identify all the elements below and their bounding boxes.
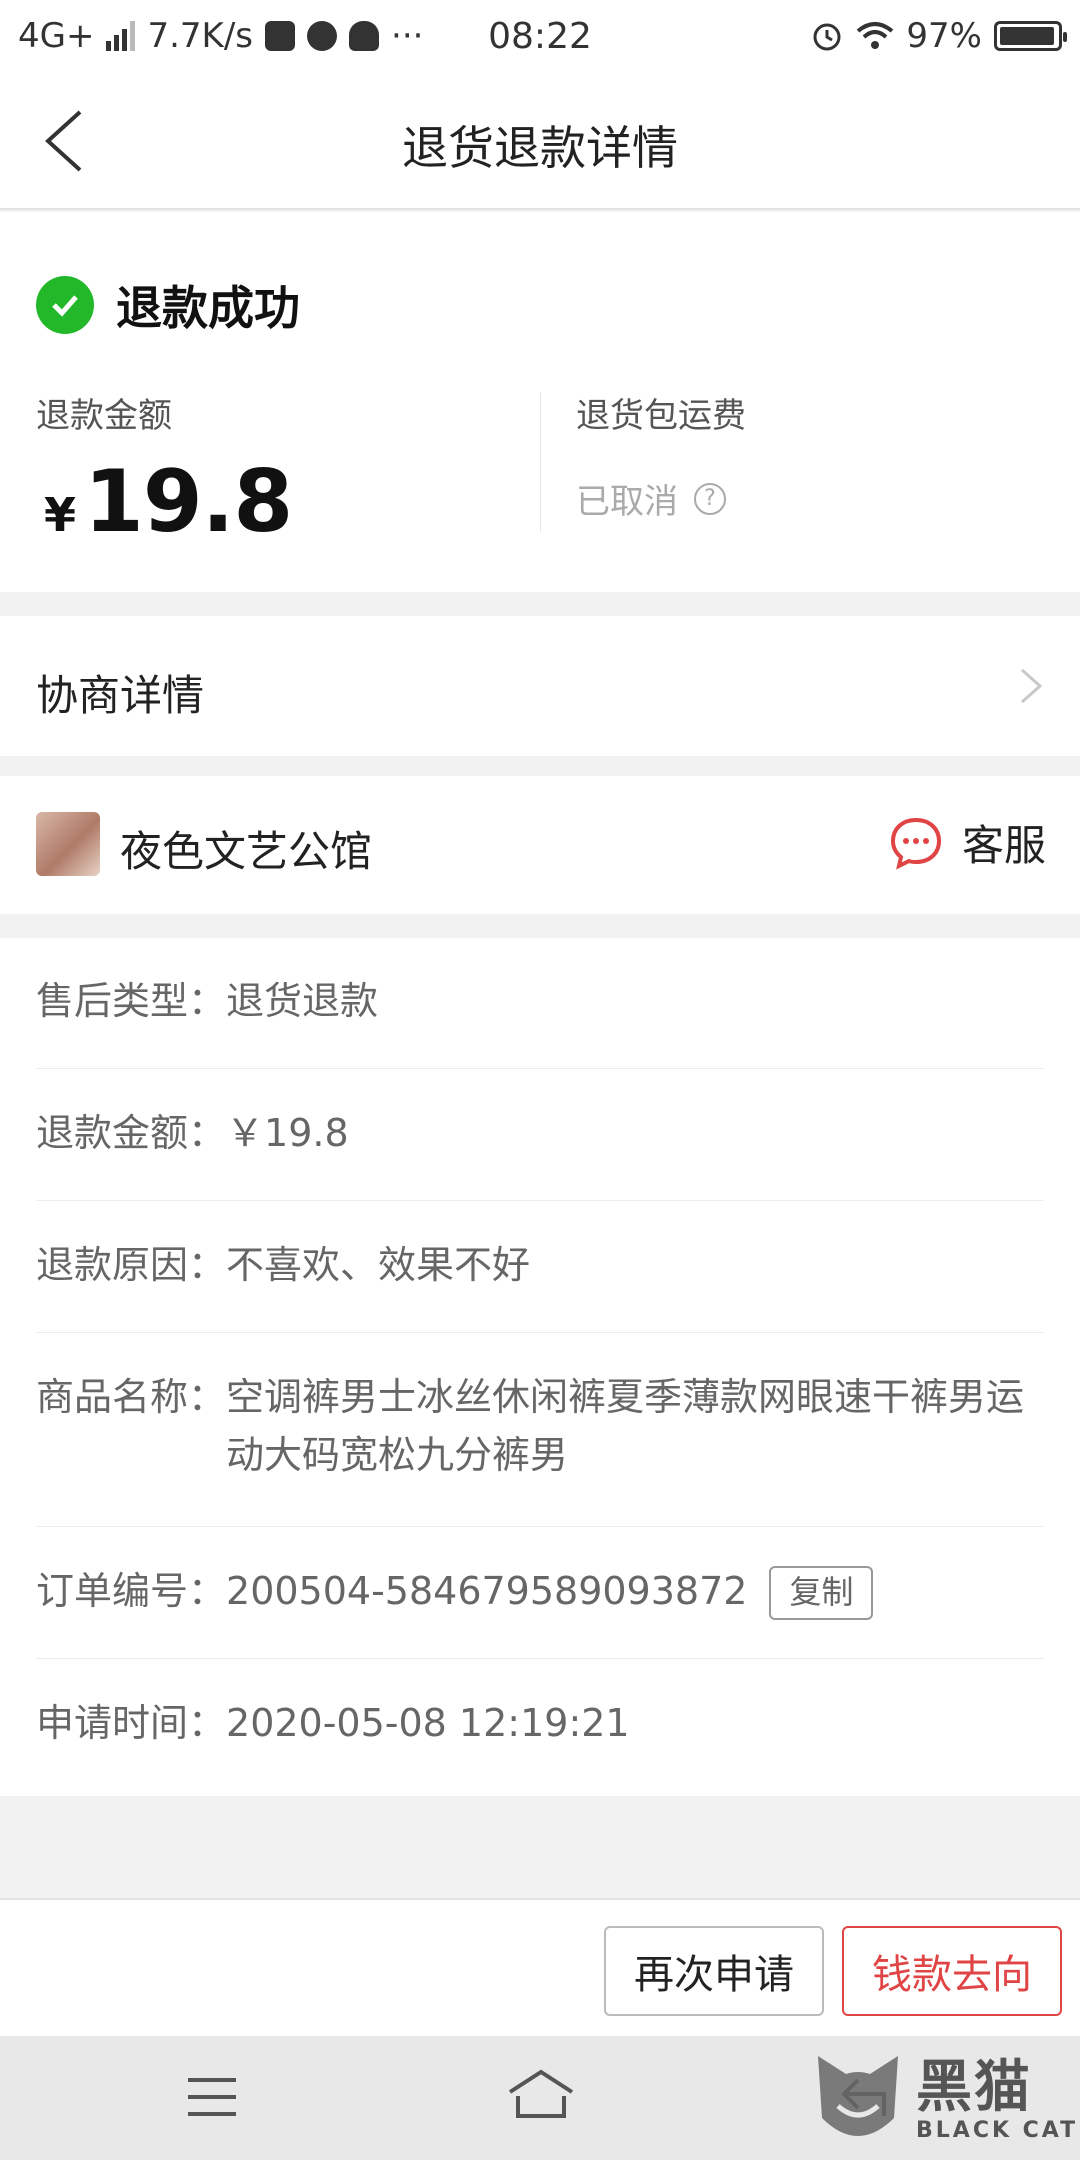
shop-avatar[interactable]	[36, 812, 100, 876]
info-row-reason: 退款原因： 不喜欢、效果不好	[36, 1236, 1080, 1294]
refund-status-text: 退款成功	[116, 281, 300, 335]
row-divider	[36, 1526, 1044, 1527]
vertical-divider	[540, 392, 541, 532]
refund-amount: ¥ 19.8	[44, 452, 293, 552]
menu-icon[interactable]	[186, 2074, 238, 2120]
refund-info-list: 售后类型： 退货退款 退款金额： ￥19.8 退款原因： 不喜欢、效果不好 商品…	[0, 938, 1080, 1796]
nav-bar: 退货退款详情	[0, 72, 1080, 210]
info-key: 订单编号：	[36, 1569, 227, 1613]
negotiation-details-row[interactable]: 协商详情	[0, 616, 1080, 756]
currency-symbol: ¥	[44, 488, 77, 542]
shop-name[interactable]: 夜色文艺公馆	[120, 818, 372, 879]
return-shipping-status: 已取消 ?	[576, 474, 726, 523]
info-row-apply-time: 申请时间： 2020-05-08 12:19:21	[36, 1694, 1080, 1752]
watermark-cn: 黑猫	[916, 2054, 1032, 2120]
row-divider	[36, 1332, 1044, 1333]
order-number: 200504-584679589093872	[226, 1569, 748, 1613]
money-flow-button[interactable]: 钱款去向	[842, 1926, 1062, 2016]
info-row-type: 售后类型： 退货退款	[36, 972, 1080, 1030]
customer-service-label: 客服	[961, 821, 1046, 870]
negotiation-details-label: 协商详情	[36, 671, 205, 720]
help-icon[interactable]: ?	[694, 482, 726, 515]
info-row-order-number: 订单编号： 200504-584679589093872 复制	[36, 1562, 1080, 1620]
info-value: 空调裤男士冰丝休闲裤夏季薄款网眼速干裤男运动大码宽松九分裤男	[226, 1375, 1025, 1477]
page-title: 退货退款详情	[402, 121, 678, 175]
info-key: 申请时间：	[36, 1701, 227, 1745]
bottom-action-bar: 再次申请 钱款去向	[0, 1898, 1080, 2036]
battery-icon	[994, 21, 1067, 51]
wifi-icon	[857, 22, 894, 49]
watermark-en: BLACK CAT	[916, 2117, 1079, 2143]
info-value: 不喜欢、效果不好	[226, 1243, 531, 1287]
info-value: 退货退款	[226, 979, 379, 1023]
copy-button[interactable]: 复制	[769, 1566, 874, 1620]
info-key: 售后类型：	[36, 979, 227, 1023]
chat-bubble-icon	[890, 817, 941, 870]
chevron-right-icon	[1021, 668, 1043, 704]
customer-service-button[interactable]: 客服	[888, 812, 1046, 873]
status-bar: 4G+ 7.7K/s ··· 08:22 97%	[0, 0, 1080, 72]
row-divider	[36, 1200, 1044, 1201]
info-key: 退款金额：	[36, 1111, 227, 1155]
return-shipping-label: 退货包运费	[576, 396, 746, 436]
reapply-button[interactable]: 再次申请	[604, 1926, 824, 2016]
info-key: 退款原因：	[36, 1243, 227, 1287]
info-row-amount: 退款金额： ￥19.8	[36, 1104, 1080, 1162]
battery-level	[1000, 27, 1055, 45]
watermark-text: 黑猫 BLACK CAT	[916, 2054, 1079, 2143]
row-divider	[36, 1068, 1044, 1069]
status-right: 97%	[810, 16, 1067, 56]
refund-amount-value: 19.8	[84, 452, 293, 552]
refund-amount-label: 退款金额	[36, 396, 172, 436]
info-row-product: 商品名称： 空调裤男士冰丝休闲裤夏季薄款网眼速干裤男运动大码宽松九分裤男	[36, 1368, 1044, 1484]
home-icon[interactable]	[506, 2068, 576, 2124]
refund-status-card: 退款成功 退款金额 ¥ 19.8 退货包运费 已取消 ?	[0, 212, 1080, 592]
black-cat-watermark: 黑猫 BLACK CAT	[808, 2040, 1080, 2160]
success-check-icon	[36, 276, 94, 334]
shop-row: 夜色文艺公馆 客服	[0, 776, 1080, 914]
info-value: ￥19.8	[226, 1111, 349, 1155]
black-cat-logo-icon	[818, 2056, 898, 2136]
info-key: 商品名称：	[36, 1375, 227, 1419]
status-row: 退款成功	[36, 272, 300, 338]
return-shipping-value: 已取消	[576, 482, 678, 522]
battery-percent: 97%	[906, 16, 982, 56]
alarm-icon	[813, 23, 841, 51]
row-divider	[36, 1658, 1044, 1659]
info-value: 2020-05-08 12:19:21	[226, 1701, 630, 1745]
